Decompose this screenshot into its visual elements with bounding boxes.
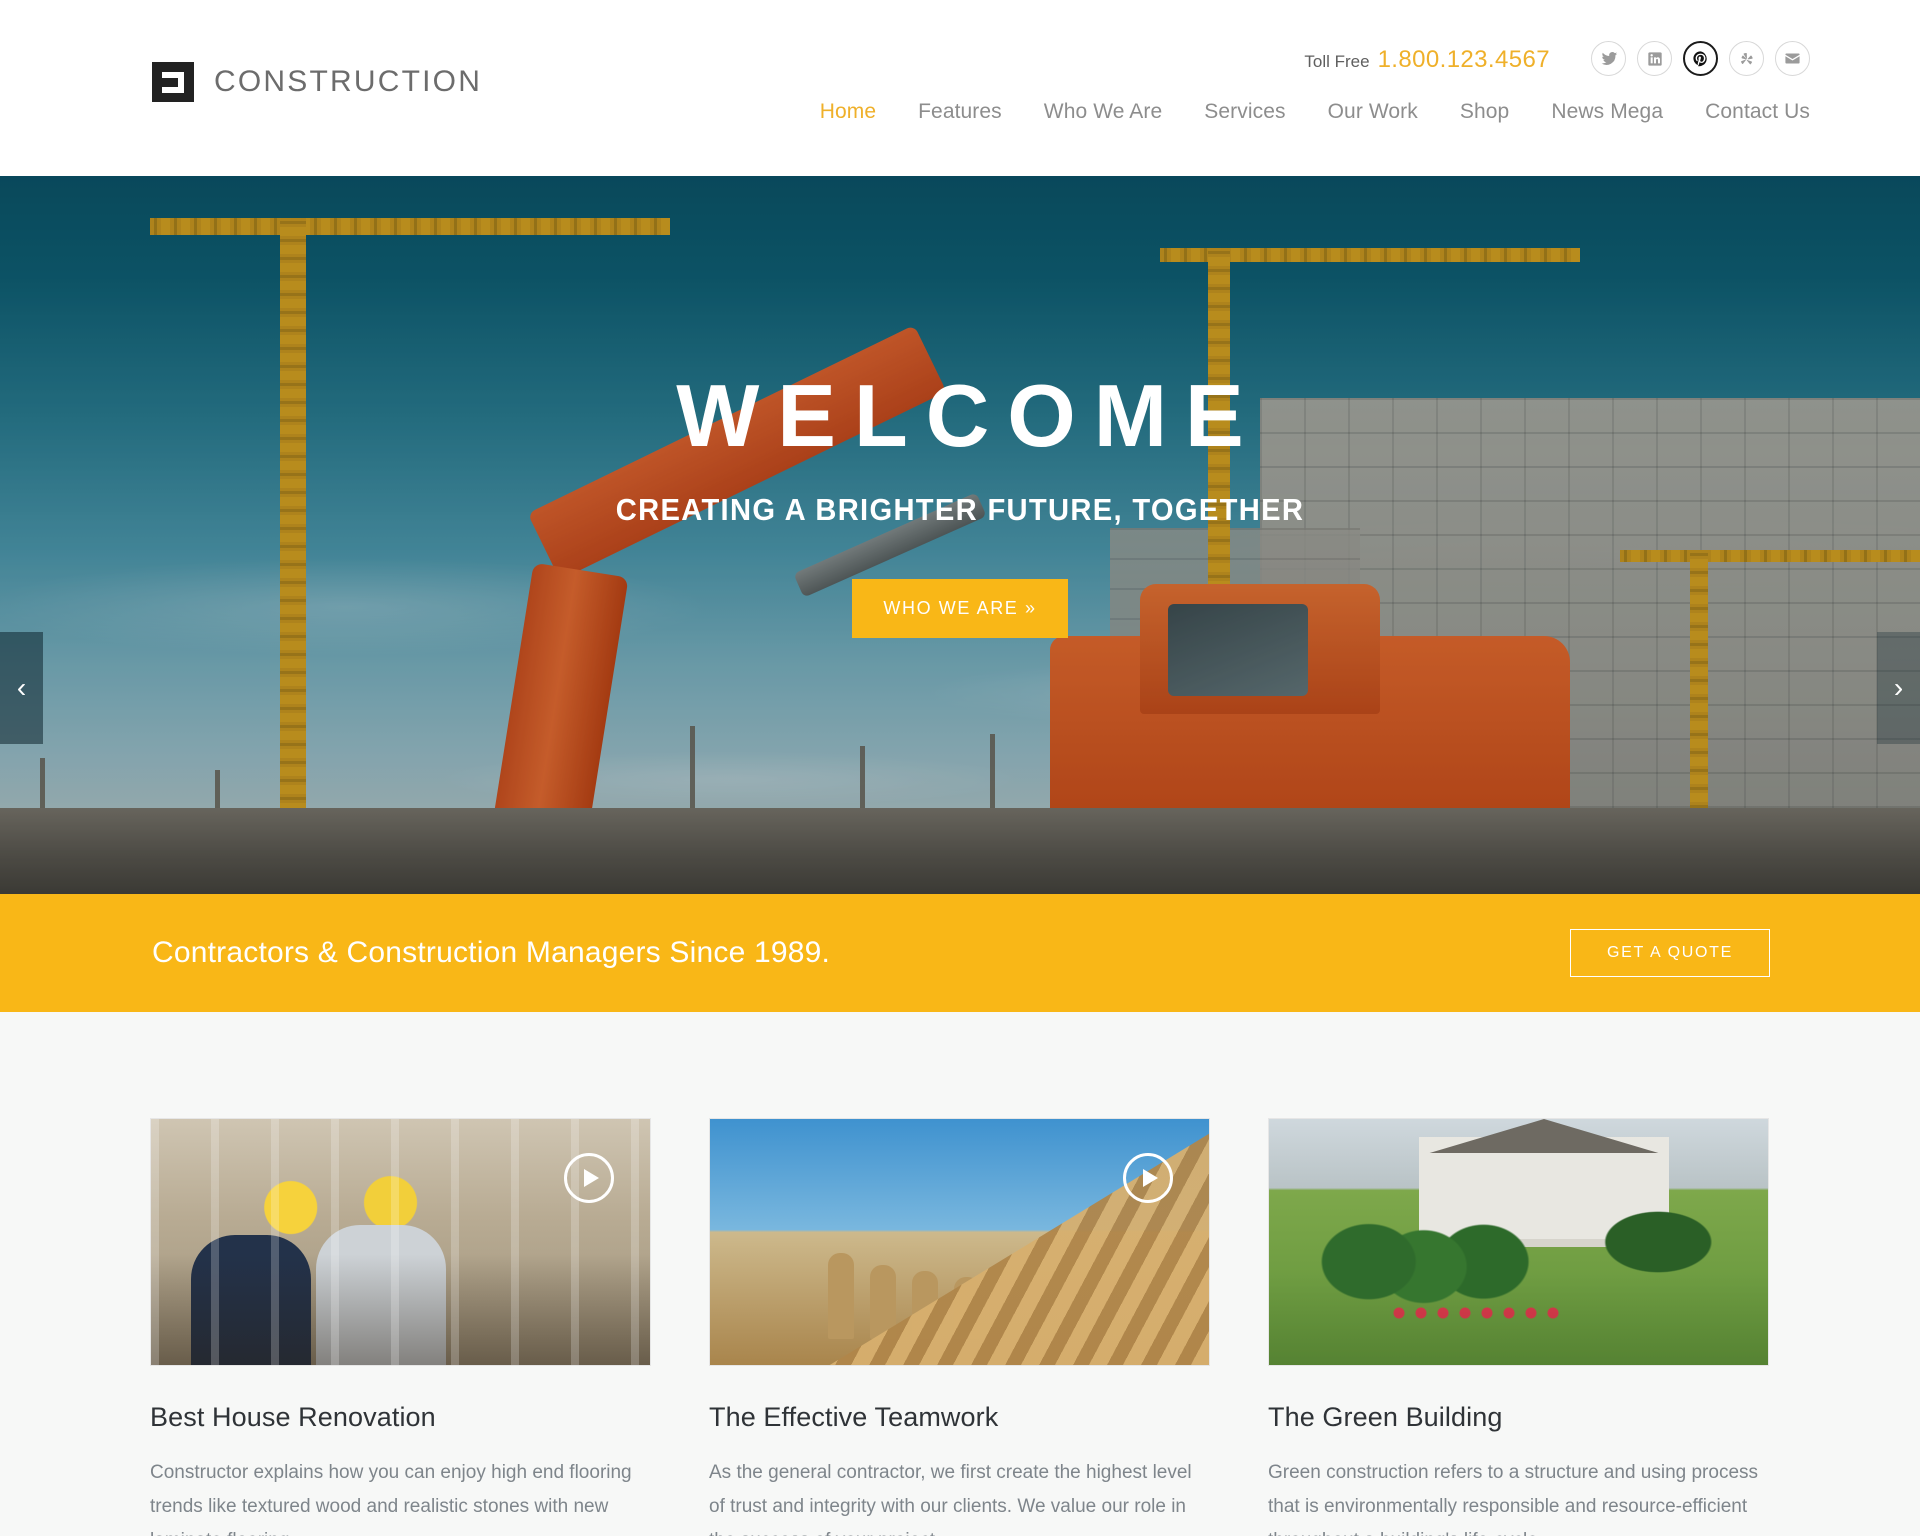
hero-slider: WELCOME CREATING A BRIGHTER FUTURE, TOGE…	[0, 176, 1920, 894]
social-links	[1591, 41, 1810, 76]
feature-card-body: As the general contractor, we first crea…	[709, 1462, 1192, 1536]
toll-free-label: Toll Free	[1304, 52, 1370, 71]
get-a-quote-button[interactable]: GET A QUOTE	[1570, 929, 1770, 977]
nav-item-home[interactable]: Home	[799, 100, 897, 124]
crew-raising-timber-wall-thumbnail[interactable]	[709, 1118, 1210, 1366]
nav-item-news-mega[interactable]: News Mega	[1530, 100, 1684, 124]
linkedin-icon[interactable]	[1637, 41, 1672, 76]
feature-card-body: Green construction refers to a structure…	[1268, 1462, 1759, 1536]
play-circle-icon[interactable]	[1123, 1153, 1173, 1203]
suburban-house-with-garden-thumbnail[interactable]	[1268, 1118, 1769, 1366]
feature-card-body: Constructor explains how you can enjoy h…	[150, 1462, 632, 1536]
nav-item-who-we-are[interactable]: Who We Are	[1023, 100, 1184, 124]
two-workers-in-framed-interior-thumbnail[interactable]	[150, 1118, 651, 1366]
toll-free-number[interactable]: 1.800.123.4567	[1378, 46, 1550, 74]
nav-item-shop[interactable]: Shop	[1439, 100, 1530, 124]
yelp-icon[interactable]	[1729, 41, 1764, 76]
nav-item-services[interactable]: Services	[1183, 100, 1306, 124]
site-logo[interactable]: CONSTRUCTION	[152, 62, 482, 102]
quote-strip-headline: Contractors & Construction Managers Sinc…	[152, 936, 831, 969]
chevron-left-icon[interactable]: ‹	[0, 632, 43, 744]
feature-card: Best House Renovation Constructor explai…	[150, 1118, 651, 1536]
nav-item-our-work[interactable]: Our Work	[1307, 100, 1439, 124]
hero-content: WELCOME CREATING A BRIGHTER FUTURE, TOGE…	[0, 372, 1920, 638]
feature-card-title[interactable]: Best House Renovation	[150, 1402, 651, 1433]
envelope-icon[interactable]	[1775, 41, 1810, 76]
hero-subtitle: CREATING A BRIGHTER FUTURE, TOGETHER	[615, 492, 1305, 527]
feature-card-title[interactable]: The Green Building	[1268, 1402, 1769, 1433]
who-we-are-button[interactable]: WHO WE ARE »	[852, 579, 1068, 638]
brand-name: CONSTRUCTION	[214, 65, 483, 98]
feature-card: The Green Building Green construction re…	[1268, 1118, 1769, 1536]
play-circle-icon[interactable]	[564, 1153, 614, 1203]
twitter-icon[interactable]	[1591, 41, 1626, 76]
site-header: CONSTRUCTION Toll Free 1.800.123.4567 Ho…	[0, 0, 1920, 176]
chevron-right-icon[interactable]: ›	[1877, 632, 1920, 744]
feature-cards-section: Best House Renovation Constructor explai…	[0, 1012, 1920, 1536]
pinterest-icon[interactable]	[1683, 41, 1718, 76]
construction-bracket-logo-icon	[152, 62, 194, 102]
hero-title: WELCOME	[676, 366, 1262, 465]
nav-item-features[interactable]: Features	[897, 100, 1023, 124]
feature-card-title[interactable]: The Effective Teamwork	[709, 1402, 1210, 1433]
main-navigation: Home Features Who We Are Services Our Wo…	[799, 100, 1810, 124]
nav-item-contact-us[interactable]: Contact Us	[1684, 100, 1810, 124]
quote-strip: Contractors & Construction Managers Sinc…	[0, 894, 1920, 1012]
feature-card: The Effective Teamwork As the general co…	[709, 1118, 1210, 1536]
toll-free-block: Toll Free 1.800.123.4567	[1304, 46, 1550, 74]
